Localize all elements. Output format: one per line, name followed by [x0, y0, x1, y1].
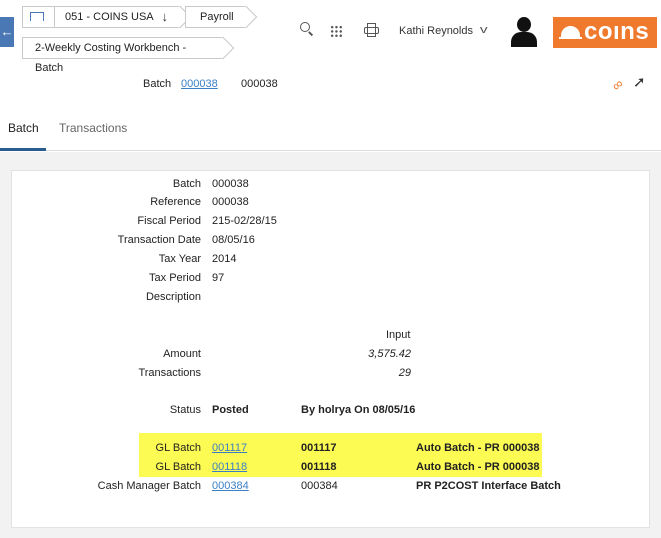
status-value: Posted — [212, 404, 249, 416]
batch-value: 000038 — [212, 178, 249, 190]
status-by: By holrya On 08/05/16 — [301, 404, 416, 416]
company-label: 051 - COINS USA — [65, 11, 154, 23]
gl-batch-label: GL Batch — [155, 442, 201, 454]
chevron-down-icon: ↓ — [161, 9, 169, 24]
pin-icon[interactable]: ➚ — [633, 75, 649, 91]
gl-batch-label: GL Batch — [155, 461, 201, 473]
gl-batch-link[interactable]: 001117 — [212, 442, 247, 454]
paperclip-icon[interactable]: ∞ — [608, 75, 627, 94]
breadcrumb-page[interactable]: 2-Weekly Costing Workbench - Batch — [22, 37, 224, 74]
amount-label: Amount — [163, 348, 201, 360]
cash-manager-batch-label: Cash Manager Batch — [97, 480, 201, 492]
user-chevron-icon[interactable]: v — [480, 24, 488, 36]
header-batch-value: 000038 — [241, 78, 278, 90]
breadcrumb-home[interactable] — [22, 6, 56, 28]
batch-label: Batch — [172, 178, 201, 190]
tax-year-label: Tax Year — [158, 253, 201, 265]
amount-value: 3,575.42 — [368, 348, 411, 360]
brand-logo[interactable]: coıns — [553, 17, 657, 48]
status-label: Status — [169, 404, 201, 416]
cash-manager-batch-code: 000384 — [301, 480, 338, 492]
apps-grid-icon[interactable] — [330, 25, 343, 38]
tax-period-label: Tax Period — [149, 272, 201, 284]
description-label: Description — [145, 291, 201, 303]
input-column-header: Input — [386, 329, 411, 341]
search-icon[interactable] — [300, 22, 314, 36]
header-batch-label: Batch — [143, 78, 172, 90]
transactions-label: Transactions — [138, 367, 201, 379]
tab-batch[interactable]: Batch — [8, 121, 39, 135]
transactions-value: 29 — [398, 367, 411, 379]
tab-bar: Batch Transactions — [0, 103, 661, 151]
print-icon[interactable] — [364, 23, 379, 37]
reference-label: Reference — [150, 196, 201, 208]
tax-period-value: 97 — [212, 272, 225, 284]
fiscal-period-value: 215-02/28/15 — [212, 215, 277, 227]
module-label: Payroll — [200, 11, 234, 23]
active-tab-indicator — [0, 148, 46, 151]
page-title: 2-Weekly Costing Workbench - Batch — [35, 42, 187, 74]
gl-batch-description: Auto Batch - PR 000038 — [416, 442, 540, 454]
gl-batch-code: 001118 — [301, 461, 337, 473]
fiscal-period-label: Fiscal Period — [137, 215, 201, 227]
transaction-date-value: 08/05/16 — [212, 234, 255, 246]
cash-manager-batch-description: PR P2COST Interface Batch — [416, 480, 561, 492]
gl-batch-description: Auto Batch - PR 000038 — [416, 461, 540, 473]
avatar-icon[interactable] — [511, 17, 537, 47]
cash-manager-batch-link[interactable]: 000384 — [212, 480, 249, 492]
home-icon — [30, 12, 44, 21]
tab-transactions[interactable]: Transactions — [59, 121, 127, 135]
logo-text: coıns — [584, 18, 650, 45]
gl-batch-link[interactable]: 001118 — [212, 461, 247, 473]
user-name[interactable]: Kathi Reynolds — [399, 25, 473, 37]
reference-value: 000038 — [212, 196, 249, 208]
header-batch-link[interactable]: 000038 — [181, 78, 218, 90]
tax-year-value: 2014 — [212, 253, 237, 265]
gl-batch-code: 001117 — [301, 442, 337, 454]
transaction-date-label: Transaction Date — [117, 234, 201, 246]
breadcrumb-company[interactable]: 051 - COINS USA ↓ — [54, 6, 181, 28]
back-arrow-icon[interactable]: ← — [0, 17, 14, 47]
breadcrumb-module[interactable]: Payroll — [185, 6, 247, 28]
